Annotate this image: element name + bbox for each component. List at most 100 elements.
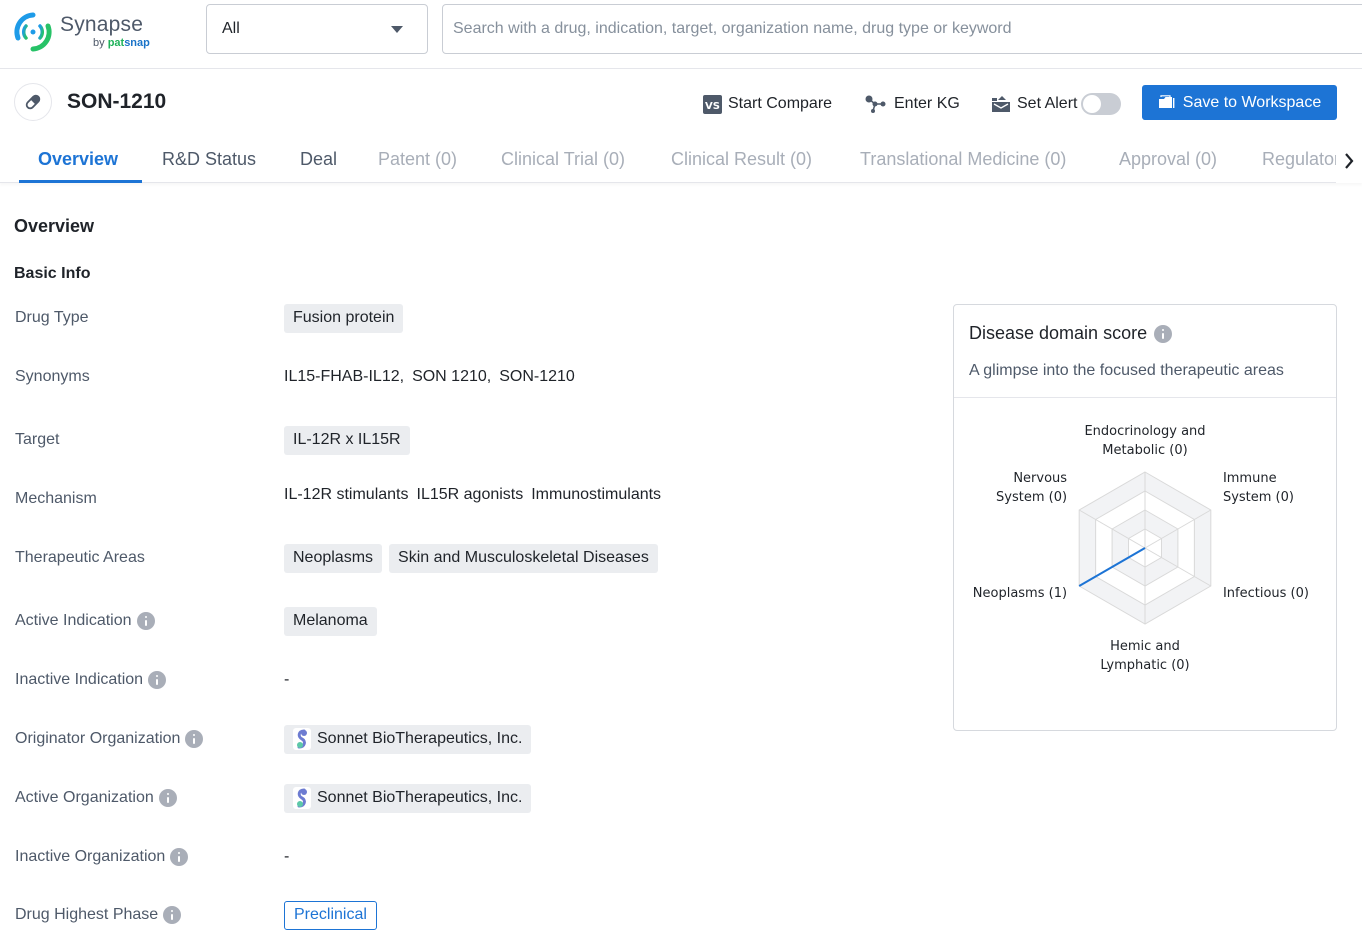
field-inactive-indication: Inactive Indication - xyxy=(0,662,930,698)
tab-rd-status[interactable]: R&D Status xyxy=(162,149,256,170)
field-label: Target xyxy=(15,431,60,448)
sonnet-logo-icon xyxy=(293,728,311,750)
target-tag[interactable]: IL-12R x IL15R xyxy=(284,425,410,455)
field-target: Target IL-12R x IL15R xyxy=(0,422,930,458)
field-label: Synonyms xyxy=(15,368,90,385)
radar-axis-label: Endocrinology and Metabolic (0) xyxy=(1084,424,1205,458)
search-input[interactable] xyxy=(453,17,1333,41)
mechanism-item: Immunostimulants xyxy=(531,486,662,503)
field-label-text: Inactive Organization xyxy=(15,848,166,865)
field-label: Active Organization xyxy=(15,789,177,807)
therapeutic-area-tag[interactable]: Neoplasms xyxy=(284,543,383,573)
synonym-item: SON-1210 xyxy=(499,368,575,385)
byline-snap: snap xyxy=(124,37,150,49)
drug-header: SON-1210 VS Start Compare Enter KG Set A… xyxy=(0,69,1362,183)
field-value: Fusion protein xyxy=(284,300,410,336)
field-value: IL15-FHAB-IL12, SON 1210, SON-1210 xyxy=(284,359,575,395)
basic-info-heading: Basic Info xyxy=(14,265,91,282)
field-therapeutic-areas: Therapeutic Areas Neoplasms Skin and Mus… xyxy=(0,540,930,576)
card-title: Disease domain score xyxy=(969,323,1173,344)
top-bar: Synapse by patsnap All xyxy=(0,0,1362,69)
synonym-item: IL15-FHAB-IL12, xyxy=(284,368,405,385)
tab-clinical-result[interactable]: Clinical Result (0) xyxy=(671,149,812,170)
radar-axis-label: Hemic and Lymphatic (0) xyxy=(1100,639,1189,673)
sonnet-logo-icon xyxy=(293,787,311,809)
caret-down-icon xyxy=(391,26,403,33)
field-label: Drug Highest Phase xyxy=(15,906,182,924)
field-label: Inactive Indication xyxy=(15,671,167,689)
drug-type-tag[interactable]: Fusion protein xyxy=(284,303,404,333)
field-label: Inactive Organization xyxy=(15,848,189,866)
field-value: Preclinical xyxy=(284,897,377,933)
field-drug-type: Drug Type Fusion protein xyxy=(0,300,930,336)
start-compare-button[interactable]: VS Start Compare xyxy=(703,87,832,121)
field-active-organization: Active Organization Sonnet BioTherapeuti… xyxy=(0,780,930,816)
mechanism-item: IL15R agonists xyxy=(416,486,524,503)
info-icon[interactable] xyxy=(136,612,155,630)
save-to-workspace-label: Save to Workspace xyxy=(1182,93,1322,111)
knowledge-graph-icon xyxy=(864,94,888,114)
set-alert-label: Set Alert xyxy=(1017,95,1078,112)
field-mechanism: Mechanism IL-12R stimulants IL15R agonis… xyxy=(0,481,930,517)
svg-text:VS: VS xyxy=(705,101,720,112)
disease-radar-chart: Endocrinology and Metabolic (0) Immune Syst… xyxy=(973,424,1309,673)
field-originator-organization: Originator Organization Sonnet BioTherap… xyxy=(0,721,930,757)
tab-deal[interactable]: Deal xyxy=(300,149,337,170)
compare-vs-icon: VS xyxy=(703,94,722,114)
info-icon[interactable] xyxy=(148,671,167,689)
field-label: Originator Organization xyxy=(15,730,204,748)
indication-tag[interactable]: Melanoma xyxy=(284,606,377,636)
search-box[interactable] xyxy=(442,4,1362,54)
organization-tag[interactable]: Sonnet BioTherapeutics, Inc. xyxy=(284,783,532,813)
field-label: Drug Type xyxy=(15,309,89,326)
alert-toggle[interactable] xyxy=(1081,93,1122,115)
info-icon[interactable] xyxy=(185,730,204,748)
field-active-indication: Active Indication Melanoma xyxy=(0,603,930,639)
field-value: Sonnet BioTherapeutics, Inc. xyxy=(284,780,538,816)
tab-overview[interactable]: Overview xyxy=(38,149,118,170)
field-value: Neoplasms Skin and Musculoskeletal Disea… xyxy=(284,540,665,576)
search-scope-select[interactable]: All xyxy=(206,4,428,54)
field-value: IL-12R x IL15R xyxy=(284,422,417,458)
field-value: - xyxy=(284,671,290,688)
synapse-logo[interactable]: Synapse by patsnap xyxy=(13,10,153,52)
field-label-text: Drug Highest Phase xyxy=(15,906,159,923)
disease-domain-card: Disease domain score A glimpse into the … xyxy=(953,304,1337,731)
field-label-text: Originator Organization xyxy=(15,730,181,747)
start-compare-label: Start Compare xyxy=(728,95,833,112)
radar-axis-label: Immune System (0) xyxy=(1223,471,1294,505)
therapeutic-area-tag[interactable]: Skin and Musculoskeletal Diseases xyxy=(389,543,658,573)
brand-byline: by patsnap xyxy=(93,37,150,49)
set-alert-control[interactable]: Set Alert xyxy=(991,87,1122,121)
info-icon[interactable] xyxy=(163,906,182,924)
tab-clinical-trial[interactable]: Clinical Trial (0) xyxy=(501,149,625,170)
field-label-text: Active Organization xyxy=(15,789,154,806)
tab-translational-medicine[interactable]: Translational Medicine (0) xyxy=(860,149,1066,170)
field-drug-highest-phase: Drug Highest Phase Preclinical xyxy=(0,897,930,933)
field-value: Melanoma xyxy=(284,603,384,639)
save-to-workspace-button[interactable]: Save to Workspace xyxy=(1142,85,1337,120)
synapse-logo-icon xyxy=(14,12,52,52)
radar-axis-label: Nervous System (0) xyxy=(996,471,1067,505)
field-inactive-organization: Inactive Organization - xyxy=(0,839,930,875)
tabs-scroll-right-button[interactable] xyxy=(1336,139,1362,183)
organization-tag[interactable]: Sonnet BioTherapeutics, Inc. xyxy=(284,724,532,754)
folder-icon xyxy=(1158,95,1175,110)
info-icon[interactable] xyxy=(170,848,189,866)
tab-patent[interactable]: Patent (0) xyxy=(378,149,457,170)
organization-name: Sonnet BioTherapeutics, Inc. xyxy=(317,730,523,747)
radar-axis-label: Infectious (0) xyxy=(1223,586,1309,601)
field-label: Mechanism xyxy=(15,490,97,507)
field-value: - xyxy=(284,848,290,865)
info-icon[interactable] xyxy=(1154,324,1173,343)
phase-badge[interactable]: Preclinical xyxy=(284,900,377,930)
active-tab-indicator xyxy=(19,180,142,183)
info-icon[interactable] xyxy=(158,789,177,807)
enter-kg-button[interactable]: Enter KG xyxy=(864,87,960,121)
organization-name: Sonnet BioTherapeutics, Inc. xyxy=(317,789,523,806)
byline-by: by xyxy=(93,37,105,49)
tab-approval[interactable]: Approval (0) xyxy=(1119,149,1217,170)
synonym-item: SON 1210, xyxy=(412,368,492,385)
field-label: Active Indication xyxy=(15,612,155,630)
tab-bar: Overview R&D Status Deal Patent (0) Clin… xyxy=(0,139,1362,183)
